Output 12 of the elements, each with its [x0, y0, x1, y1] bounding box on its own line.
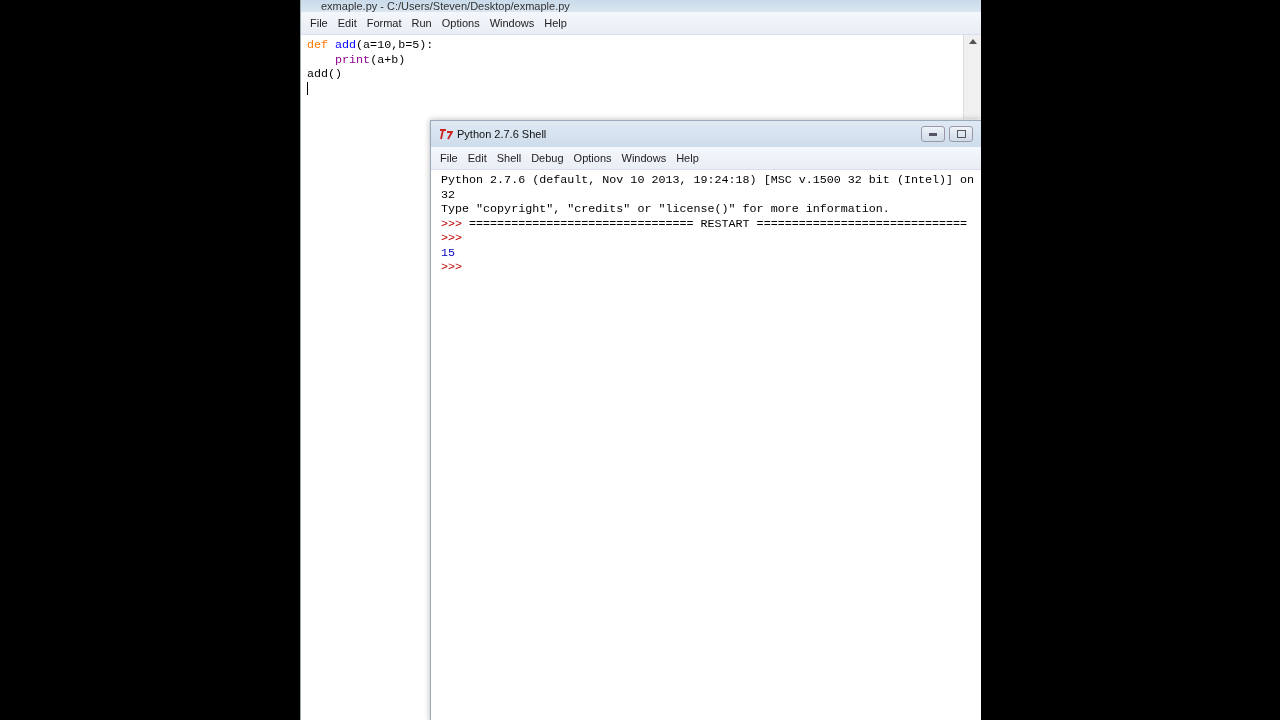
code-line: add(): [307, 67, 344, 82]
code-line: print(a+b): [335, 52, 407, 67]
code-line: def add(a=10,b=5):: [307, 38, 435, 53]
shell-line: >>>: [441, 231, 464, 246]
shell-line: >>>: [441, 260, 464, 275]
shell-line: >>> ================================ RESTART ==============================: [441, 216, 969, 231]
shell-line: 15: [441, 245, 457, 260]
shell-line: Type "copyright", "credits" or "license()" for more information.: [441, 202, 891, 217]
window-title: exmaple.py - C:/Users/Steven/Desktop/exmaple.py: [321, 1, 570, 12]
shell-line: 32: [441, 187, 457, 202]
window-title: Python 2.7.6 Shell: [457, 128, 547, 140]
shell-line: Python 2.7.6 (default, Nov 10 2013, 19:24:18) [MSC v.1500 32 bit (Intel)] on: [441, 173, 971, 188]
